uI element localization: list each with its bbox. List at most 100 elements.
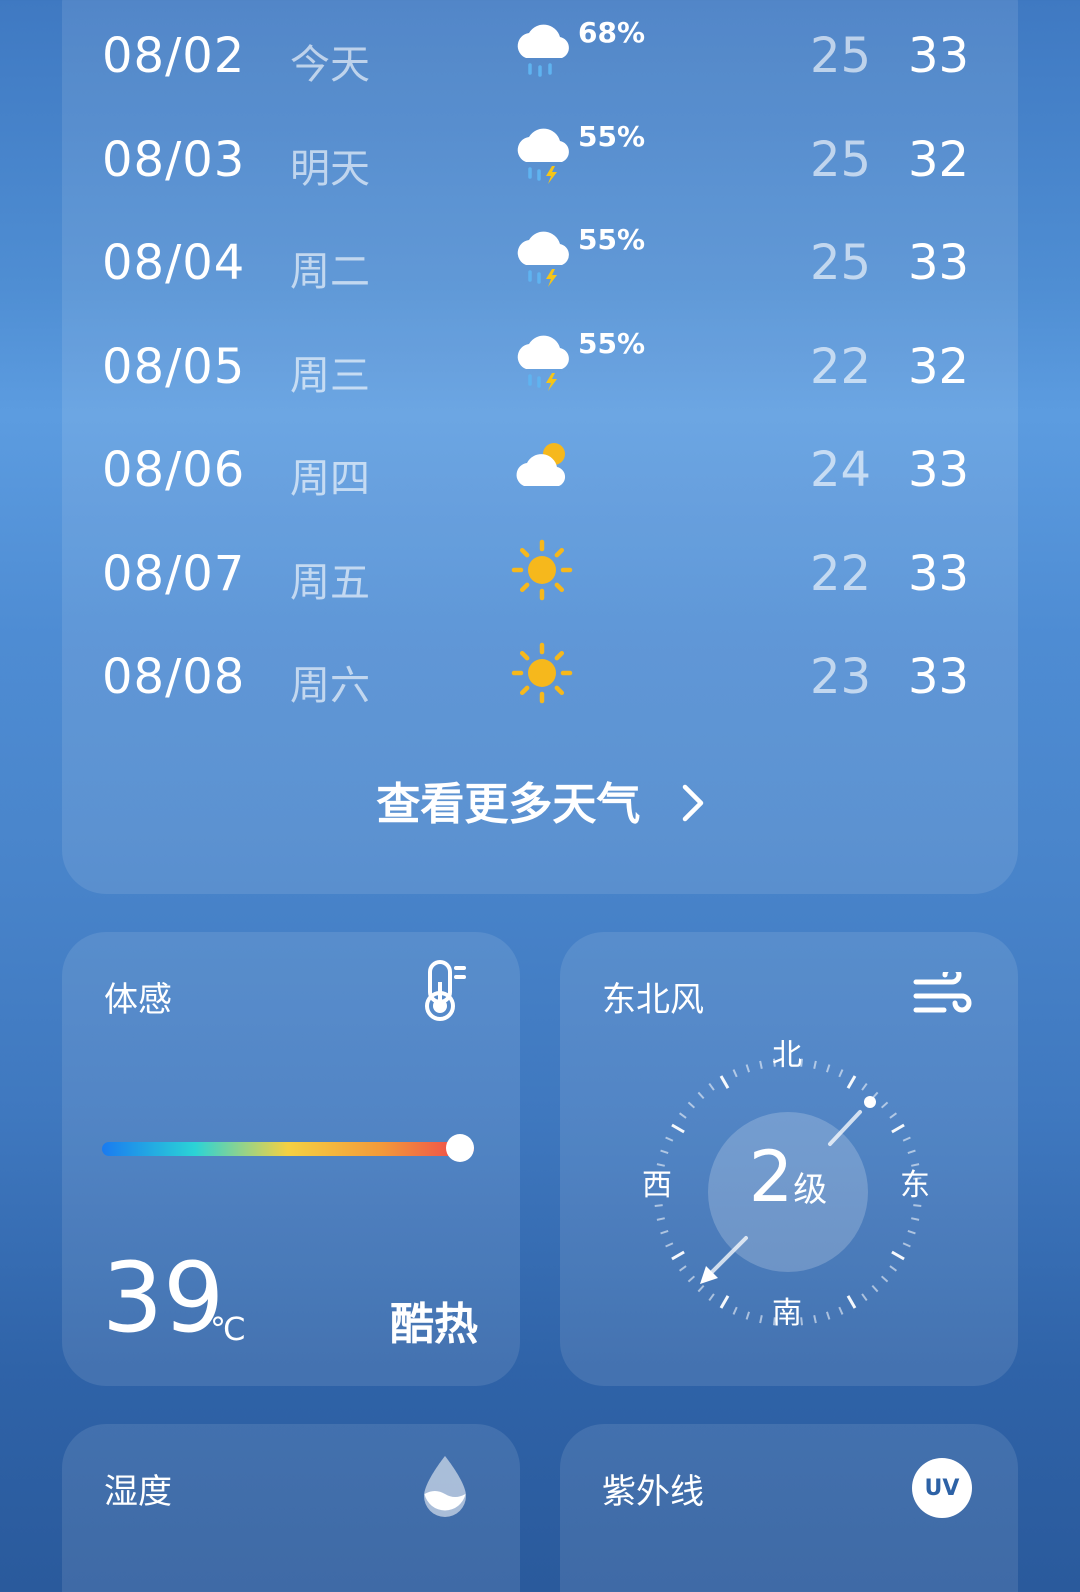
precip-probability: 55%: [578, 223, 646, 256]
wind-level-unit: 级: [793, 1170, 828, 1210]
compass-tick: [911, 1217, 920, 1221]
uv-label: 紫外线: [602, 1472, 704, 1512]
thermometer-icon: [420, 958, 468, 1026]
compass-tick: [679, 1112, 687, 1119]
humidity-card[interactable]: 湿度: [62, 1424, 520, 1592]
forecast-day: 周二: [290, 249, 370, 295]
compass-west: 西: [642, 1168, 672, 1203]
compass-tick: [719, 1075, 730, 1089]
compass-tick: [759, 1060, 763, 1069]
feels-like-indicator: [446, 1134, 474, 1162]
compass-tick: [732, 1306, 738, 1315]
forecast-high-temp: 33: [908, 649, 970, 705]
partly-cloudy-icon: [508, 432, 576, 500]
compass-tick: [902, 1136, 911, 1142]
compass-tick: [708, 1083, 715, 1091]
compass-tick: [745, 1311, 751, 1320]
forecast-row[interactable]: 08/02 今天 68% 25 33: [62, 14, 1018, 104]
forecast-day: 周四: [290, 456, 370, 502]
feels-like-card[interactable]: 体感 39 ℃ 酷热: [62, 932, 520, 1386]
rain-cloud-icon: [508, 18, 576, 86]
compass-tick: [679, 1265, 687, 1272]
forecast-date: 08/05: [102, 338, 246, 395]
feels-like-label: 体感: [104, 980, 172, 1020]
forecast-date: 08/04: [102, 235, 246, 291]
compass-tick: [889, 1265, 897, 1272]
compass-tick: [759, 1315, 763, 1324]
forecast-low-temp: 23: [810, 649, 872, 705]
forecast-high-temp: 33: [908, 235, 970, 291]
forecast-row[interactable]: 08/05 周三 55% 22 32: [62, 325, 1018, 415]
forecast-low-temp: 25: [810, 235, 872, 291]
forecast-day: 周三: [290, 352, 370, 399]
precip-probability: 55%: [578, 119, 646, 153]
compass-tick: [656, 1217, 665, 1221]
compass-tick: [846, 1075, 857, 1089]
precip-probability: 55%: [578, 326, 646, 360]
compass-tick: [671, 1250, 685, 1261]
forecast-low-temp: 22: [810, 545, 872, 602]
compass-tick: [660, 1149, 669, 1155]
compass-tick: [671, 1123, 685, 1134]
compass-tick: [907, 1229, 916, 1235]
compass-tick: [719, 1295, 730, 1309]
precip-probability: 68%: [578, 16, 646, 49]
compass-tick: [889, 1112, 897, 1119]
forecast-day: 周五: [290, 559, 370, 606]
forecast-date: 08/08: [102, 649, 246, 705]
compass-south: 南: [772, 1296, 802, 1331]
compass-tick: [660, 1229, 669, 1235]
more-weather-link[interactable]: 查看更多天气: [62, 768, 1018, 833]
sun-icon: [508, 639, 576, 707]
compass-tick: [654, 1204, 663, 1208]
wind-level-value: 2: [748, 1136, 794, 1218]
forecast-row[interactable]: 08/06 周四 24 33: [62, 428, 1018, 518]
sun-icon: [508, 536, 576, 604]
forecast-low-temp: 22: [810, 338, 872, 395]
compass-tick: [871, 1284, 879, 1293]
uv-icon: UV: [912, 1458, 972, 1518]
compass-tick: [732, 1069, 738, 1078]
forecast-high-temp: 33: [908, 442, 970, 498]
compass-tick: [846, 1295, 857, 1309]
compass-tick: [891, 1123, 905, 1134]
forecast-date: 08/02: [102, 28, 246, 84]
compass-tick: [902, 1242, 911, 1248]
forecast-high-temp: 33: [908, 545, 970, 602]
forecast-date: 08/06: [102, 442, 246, 498]
compass-tick: [687, 1101, 696, 1109]
feels-like-unit: ℃: [210, 1310, 246, 1348]
forecast-row[interactable]: 08/07 周五 22 33: [62, 532, 1018, 622]
compass-tick: [745, 1064, 751, 1073]
compass-tick: [825, 1311, 831, 1320]
compass-tick: [913, 1204, 922, 1208]
thunderstorm-icon: [508, 329, 576, 397]
compass-tick: [838, 1069, 844, 1078]
more-weather-label: 查看更多天气: [376, 779, 641, 830]
forecast-row[interactable]: 08/03 明天 55% 25 32: [62, 118, 1018, 208]
forecast-low-temp: 25: [810, 28, 872, 84]
compass-tick: [880, 1275, 889, 1283]
forecast-day: 明天: [290, 145, 370, 192]
compass-tick: [861, 1083, 868, 1091]
wind-card[interactable]: 东北风 北 南 东 西 2级: [560, 932, 1018, 1386]
compass-tick: [813, 1315, 817, 1324]
forecast-date: 08/07: [102, 545, 246, 602]
forecast-date: 08/03: [102, 131, 246, 188]
forecast-row[interactable]: 08/04 周二 55% 25 33: [62, 221, 1018, 311]
uv-card[interactable]: 紫外线 UV: [560, 1424, 1018, 1592]
chevron-right-icon: [682, 782, 704, 833]
forecast-low-temp: 25: [810, 131, 872, 188]
compass-tick: [825, 1064, 831, 1073]
forecast-low-temp: 24: [810, 442, 872, 498]
forecast-row[interactable]: 08/08 周六 23 33: [62, 635, 1018, 725]
wind-level: 2级: [738, 1136, 838, 1218]
forecast-day: 今天: [290, 42, 370, 88]
compass-tick: [907, 1149, 916, 1155]
compass-tick: [861, 1293, 868, 1301]
daily-forecast-card: 08/02 今天 68% 25 33 08/03 明天 55% 25 32 08/04 周二 55% 25…: [62, 0, 1018, 894]
compass-tick: [665, 1242, 674, 1248]
compass-north: 北: [772, 1038, 802, 1073]
forecast-high-temp: 33: [908, 28, 970, 84]
humidity-label: 湿度: [104, 1472, 172, 1512]
